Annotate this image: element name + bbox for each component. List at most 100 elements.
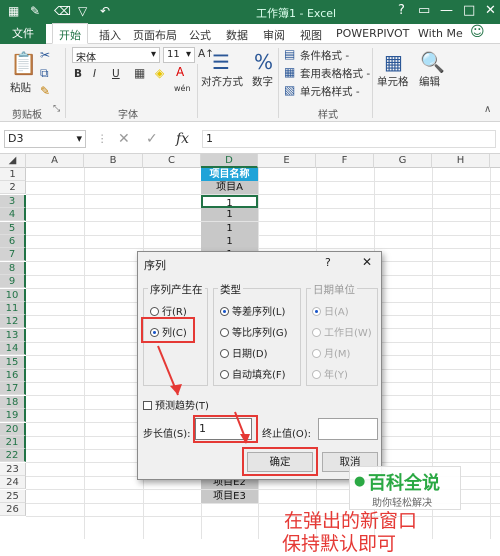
format-painter-icon[interactable]: ✎ xyxy=(40,84,50,98)
percent-icon[interactable]: % xyxy=(254,50,273,74)
cancel-formula-icon[interactable]: ✕ xyxy=(118,131,130,147)
tab-page-layout[interactable]: 页面布局 xyxy=(133,27,177,43)
paste-button[interactable]: 粘贴 xyxy=(10,80,31,95)
column-header-c[interactable]: C xyxy=(143,154,201,168)
stop-value-input[interactable] xyxy=(318,418,378,440)
formula-bar-drag-icon[interactable]: ⋮ xyxy=(97,133,108,145)
dialog-launcher-icon[interactable]: ⤡ xyxy=(53,104,60,114)
smiley-icon[interactable]: ☺ xyxy=(470,24,485,40)
row-header-1[interactable]: 1 xyxy=(0,168,26,181)
help-icon[interactable]: ? xyxy=(398,3,405,18)
alignment-icon[interactable]: ☰ xyxy=(212,50,230,74)
table-format-button[interactable]: 套用表格格式 - xyxy=(300,66,370,81)
row-header-9[interactable]: 9 xyxy=(0,275,26,288)
row-header-23[interactable]: 23 xyxy=(0,463,26,476)
row-header-19[interactable]: 19 xyxy=(0,409,26,422)
fill-color-icon[interactable]: ◈ xyxy=(155,66,164,80)
row-header-15[interactable]: 15 xyxy=(0,356,26,369)
row-header-22[interactable]: 22 xyxy=(0,449,26,462)
row-header-8[interactable]: 8 xyxy=(0,262,26,275)
weekday-radio[interactable]: 工作日(W) xyxy=(312,324,372,339)
tab-view[interactable]: 视图 xyxy=(300,27,322,43)
tab-data[interactable]: 数据 xyxy=(226,27,248,43)
tab-file[interactable]: 文件 xyxy=(0,24,46,44)
row-header-5[interactable]: 5 xyxy=(0,222,26,235)
row-header-4[interactable]: 4 xyxy=(0,208,26,221)
row-header-11[interactable]: 11 xyxy=(0,302,26,315)
ribbon-display-icon[interactable]: ▭ xyxy=(418,3,430,18)
row-header-16[interactable]: 16 xyxy=(0,369,26,382)
font-color-icon[interactable]: A xyxy=(176,65,184,79)
column-header-f[interactable]: F xyxy=(316,154,374,168)
paste-icon[interactable]: 📋 xyxy=(10,52,37,77)
cells-button[interactable]: 单元格 xyxy=(377,74,409,89)
minimize-icon[interactable]: — xyxy=(440,3,453,18)
formula-input[interactable]: 1 xyxy=(202,130,496,148)
copy-icon[interactable]: ⧉ xyxy=(40,66,49,81)
number-button[interactable]: 数字 xyxy=(252,74,273,89)
cell-d1[interactable]: 项目名称 xyxy=(201,168,258,181)
eraser-icon[interactable]: ⌫ xyxy=(54,4,71,18)
row-header-6[interactable]: 6 xyxy=(0,235,26,248)
underline-button[interactable]: U xyxy=(112,68,120,80)
row-header-10[interactable]: 10 xyxy=(0,289,26,302)
maximize-icon[interactable]: □ xyxy=(463,3,475,18)
undo-icon[interactable]: ↶ xyxy=(100,4,110,18)
row-header-25[interactable]: 25 xyxy=(0,490,26,503)
cell-d6[interactable]: 1 xyxy=(201,235,258,248)
cell-d2[interactable]: 项目A xyxy=(201,181,258,194)
column-header-b[interactable]: B xyxy=(84,154,143,168)
border-icon[interactable]: ▦ xyxy=(134,66,145,80)
tab-home[interactable]: 开始 xyxy=(52,23,88,44)
select-all-corner[interactable]: ◢ xyxy=(0,154,26,168)
dialog-close-icon[interactable]: ✕ xyxy=(362,255,372,269)
growth-radio[interactable]: 等比序列(G) xyxy=(220,324,288,339)
phonetic-button[interactable]: wén xyxy=(174,84,191,93)
column-header-g[interactable]: G xyxy=(374,154,432,168)
font-size-select[interactable]: 11 ▾ xyxy=(163,47,195,63)
tab-with-me[interactable]: With Me xyxy=(418,27,463,40)
font-name-select[interactable]: 宋体 ▾ xyxy=(72,47,160,64)
row-header-26[interactable]: 26 xyxy=(0,503,26,516)
tab-review[interactable]: 审阅 xyxy=(263,27,285,43)
close-icon[interactable]: ✕ xyxy=(485,3,496,18)
row-header-20[interactable]: 20 xyxy=(0,423,26,436)
row-header-18[interactable]: 18 xyxy=(0,396,26,409)
cut-icon[interactable]: ✂ xyxy=(40,48,50,62)
filter-icon[interactable]: ▽ xyxy=(78,4,87,18)
row-header-7[interactable]: 7 xyxy=(0,248,26,261)
find-icon[interactable]: 🔍 xyxy=(420,50,445,74)
row-header-24[interactable]: 24 xyxy=(0,476,26,489)
row-header-13[interactable]: 13 xyxy=(0,329,26,342)
cell-d4[interactable]: 1 xyxy=(201,208,258,221)
insert-function-button[interactable]: fx xyxy=(176,131,189,147)
column-header-e[interactable]: E xyxy=(258,154,316,168)
edit-button[interactable]: 编辑 xyxy=(419,74,440,89)
row-header-14[interactable]: 14 xyxy=(0,342,26,355)
tab-powerpivot[interactable]: POWERPIVOT xyxy=(336,27,409,40)
cell-style-icon[interactable]: ▧ xyxy=(284,83,295,97)
dialog-help-icon[interactable]: ? xyxy=(325,256,331,269)
bold-button[interactable]: B xyxy=(74,68,82,80)
cell-style-button[interactable]: 单元格样式 - xyxy=(300,84,360,99)
row-header-12[interactable]: 12 xyxy=(0,315,26,328)
collapse-ribbon-icon[interactable]: ∧ xyxy=(484,104,491,115)
table-format-icon[interactable]: ▦ xyxy=(284,65,295,79)
brush-icon[interactable]: ✎ xyxy=(30,4,40,18)
tab-formulas[interactable]: 公式 xyxy=(189,27,211,43)
cell-d5[interactable]: 1 xyxy=(201,222,258,235)
month-radio[interactable]: 月(M) xyxy=(312,345,350,360)
name-box[interactable]: D3 ▾ xyxy=(4,130,86,148)
row-header-21[interactable]: 21 xyxy=(0,436,26,449)
enter-formula-icon[interactable]: ✓ xyxy=(146,131,158,147)
row-header-2[interactable]: 2 xyxy=(0,181,26,194)
day-radio[interactable]: 日(A) xyxy=(312,303,349,318)
row-header-3[interactable]: 3 xyxy=(0,195,26,208)
cells-icon[interactable]: ▦ xyxy=(384,50,403,74)
conditional-format-icon[interactable]: ▤ xyxy=(284,47,295,61)
row-header-17[interactable]: 17 xyxy=(0,382,26,395)
year-radio[interactable]: 年(Y) xyxy=(312,366,348,381)
cell-d3[interactable]: 1 xyxy=(201,195,258,209)
conditional-format-button[interactable]: 条件格式 - xyxy=(300,48,349,63)
column-header-d[interactable]: D xyxy=(201,154,258,168)
